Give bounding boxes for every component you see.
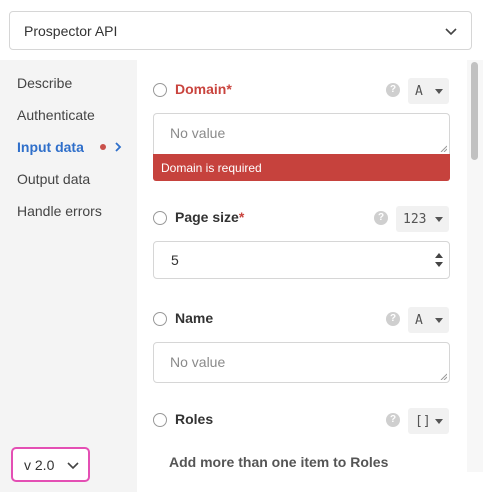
page-size-input[interactable]: 5 [153, 241, 450, 279]
connector-select-value: Prospector API [24, 22, 118, 39]
version-select-value: v 2.0 [24, 456, 55, 473]
name-input[interactable]: No value [153, 342, 450, 383]
sidebar-item-output-data[interactable]: Output data [17, 169, 132, 189]
field-row-roles: Roles ? [] [137, 408, 467, 434]
resize-handle-icon[interactable] [440, 373, 447, 380]
type-select-value: A [415, 312, 423, 328]
field-row-page-size: Page size* ? 123 [137, 206, 467, 232]
form-scrollbar[interactable] [467, 60, 483, 472]
type-select-value: [] [415, 413, 431, 429]
domain-input-placeholder: No value [170, 125, 226, 141]
roles-add-hint: Add more than one item to Roles [169, 454, 389, 470]
connector-select[interactable]: Prospector API [9, 11, 472, 50]
domain-error-message: Domain is required [153, 154, 450, 181]
help-icon[interactable]: ? [386, 413, 400, 427]
sidebar-item-label: Handle errors [17, 203, 102, 219]
type-select-value: 123 [403, 211, 427, 227]
field-label-page-size: Page size* [175, 209, 245, 225]
field-select-radio[interactable] [153, 312, 167, 326]
field-select-radio[interactable] [153, 413, 167, 427]
resize-handle-icon[interactable] [440, 145, 447, 152]
chevron-down-icon [67, 462, 79, 470]
caret-down-icon [435, 89, 443, 94]
scrollbar-thumb[interactable] [471, 62, 478, 160]
field-label-roles: Roles [175, 411, 214, 427]
help-icon[interactable]: ? [374, 211, 388, 225]
field-select-radio[interactable] [153, 83, 167, 97]
chevron-down-icon [445, 28, 457, 36]
sidebar-item-handle-errors[interactable]: Handle errors [17, 201, 132, 221]
page-size-value: 5 [171, 252, 179, 268]
type-select-page-size[interactable]: 123 [396, 206, 449, 232]
caret-down-icon [435, 217, 443, 222]
sidebar-item-label: Input data [17, 139, 84, 155]
input-form: Domain* ? A No value Domain is required … [137, 60, 467, 472]
sidebar: Describe Authenticate Input data Output … [0, 60, 137, 492]
type-select-value: A [415, 83, 423, 99]
sidebar-item-label: Authenticate [17, 107, 95, 123]
field-select-radio[interactable] [153, 211, 167, 225]
help-icon[interactable]: ? [386, 312, 400, 326]
field-row-domain: Domain* ? A [137, 78, 467, 104]
sidebar-item-describe[interactable]: Describe [17, 73, 132, 93]
name-input-placeholder: No value [170, 354, 226, 370]
sidebar-item-authenticate[interactable]: Authenticate [17, 105, 132, 125]
field-label-domain: Domain* [175, 81, 232, 97]
field-row-name: Name ? A [137, 307, 467, 333]
app-window: Prospector API Describe Authenticate Inp… [0, 0, 483, 492]
domain-input[interactable]: No value [153, 113, 450, 154]
caret-down-icon [435, 318, 443, 323]
type-select-domain[interactable]: A [408, 78, 449, 104]
number-spinner-icon[interactable] [434, 252, 444, 268]
error-indicator-dot [100, 144, 106, 150]
help-icon[interactable]: ? [386, 83, 400, 97]
sidebar-item-input-data[interactable]: Input data [17, 137, 132, 157]
sidebar-item-label: Describe [17, 75, 73, 91]
type-select-name[interactable]: A [408, 307, 449, 333]
chevron-right-icon [115, 142, 122, 152]
caret-down-icon [435, 419, 443, 424]
type-select-roles[interactable]: [] [408, 408, 449, 434]
sidebar-item-label: Output data [17, 171, 91, 187]
field-label-name: Name [175, 310, 214, 326]
version-select[interactable]: v 2.0 [11, 447, 90, 482]
